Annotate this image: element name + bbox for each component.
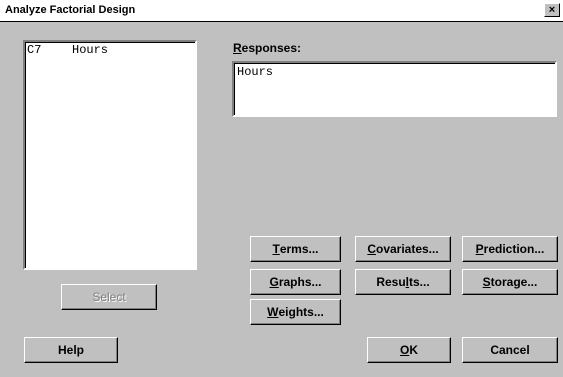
responses-value: Hours: [237, 65, 274, 79]
weights-button[interactable]: Weights...: [250, 299, 341, 325]
window-title: Analyze Factorial Design: [5, 4, 136, 16]
select-button[interactable]: Select: [61, 284, 157, 310]
terms-button[interactable]: Terms...: [250, 236, 341, 262]
close-icon[interactable]: ×: [544, 3, 560, 17]
prediction-button[interactable]: Prediction...: [462, 236, 558, 262]
graphs-button[interactable]: Graphs...: [250, 269, 341, 295]
responses-input[interactable]: Hours: [232, 61, 557, 117]
variable-name: Hours: [72, 43, 109, 57]
results-button[interactable]: Resu l ts...: [355, 269, 451, 295]
title-bar[interactable]: Analyze Factorial Design ×: [0, 0, 563, 22]
storage-button[interactable]: Storage...: [462, 269, 558, 295]
ok-button[interactable]: OK: [367, 337, 451, 363]
analyze-factorial-design-dialog: Analyze Factorial Design × C7 Hours Respo…: [0, 0, 563, 377]
cancel-button[interactable]: Cancel: [462, 337, 558, 363]
help-button[interactable]: Help: [24, 337, 118, 363]
variable-list[interactable]: C7 Hours: [23, 40, 197, 270]
covariates-button[interactable]: Covariates...: [355, 236, 451, 262]
variable-column-id: C7: [27, 43, 42, 57]
list-item[interactable]: C7 Hours: [27, 43, 108, 57]
responses-label: Responses:: [233, 41, 302, 55]
